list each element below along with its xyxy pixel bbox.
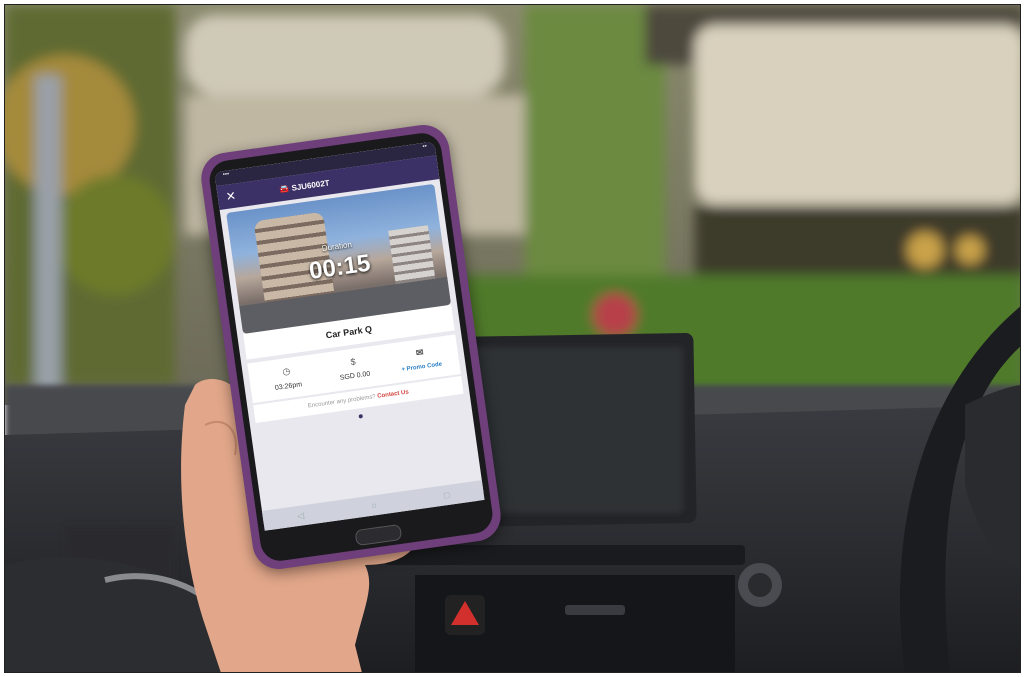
ticket-icon: ✉ — [415, 347, 425, 358]
help-text: Encounter any problems? — [307, 394, 377, 410]
recents-icon[interactable]: □ — [443, 490, 450, 501]
money-icon: $ — [349, 356, 357, 368]
status-icons-right: ▪▪ — [422, 143, 428, 151]
back-icon[interactable]: ◁ — [296, 510, 304, 522]
parking-charge: $ SGD 0.00 — [319, 352, 389, 385]
car-icon: 🚘 — [278, 183, 290, 194]
start-time: ◷ 03:26pm — [252, 362, 322, 395]
page-indicator — [358, 414, 364, 419]
vehicle-plate: 🚘 SJU6002T — [278, 177, 331, 194]
home-icon[interactable]: ○ — [371, 500, 378, 511]
car-interior-scene: ▪▪▪ ▪▪ ✕ 🚘 SJU6002T Duration 00:15 Car P… — [5, 5, 1020, 672]
photo-frame: ▪▪▪ ▪▪ ✕ 🚘 SJU6002T Duration 00:15 Car P… — [4, 4, 1021, 673]
close-icon[interactable]: ✕ — [225, 189, 237, 204]
promo-code-link[interactable]: ✉ + Promo Code — [386, 343, 456, 376]
contact-us-link[interactable]: Contact Us — [377, 389, 409, 399]
background-scene — [5, 5, 1020, 672]
status-icons-left: ▪▪▪ — [222, 171, 230, 179]
clock-icon: ◷ — [281, 365, 291, 377]
